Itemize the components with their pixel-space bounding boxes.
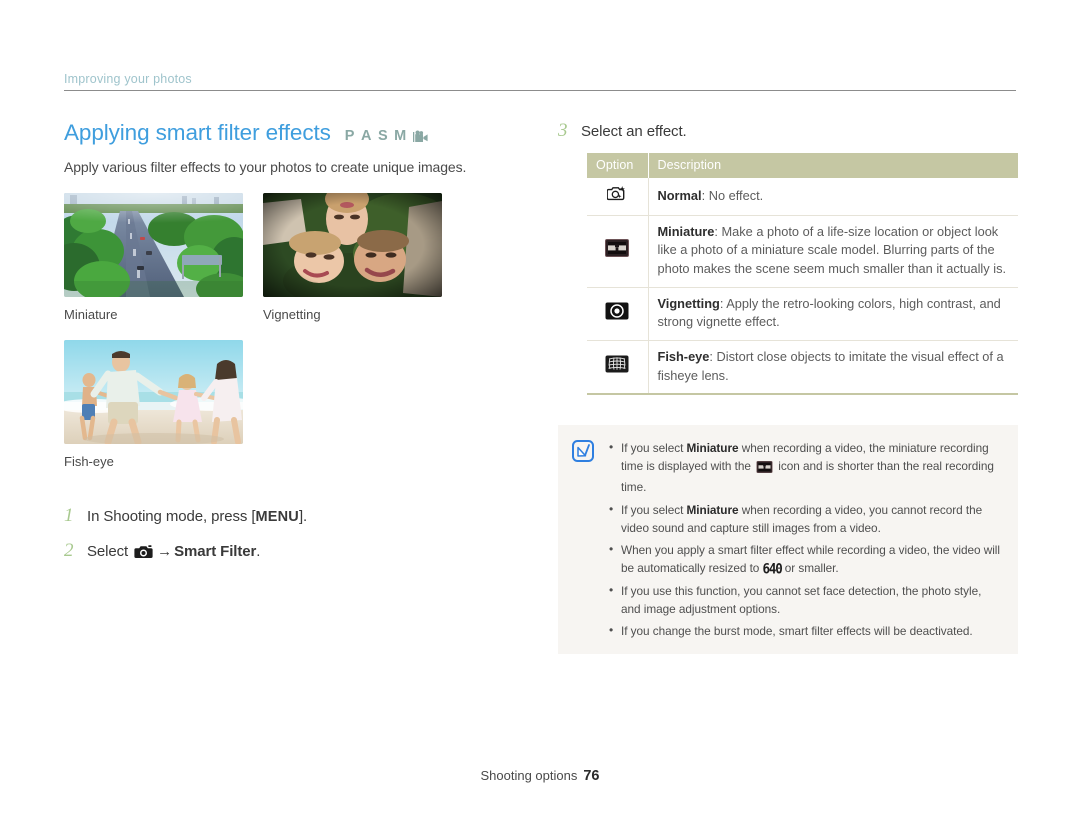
step-2-text-after: . bbox=[256, 543, 261, 560]
note-item: If you select Miniature when recording a… bbox=[608, 438, 1002, 496]
running-header: Improving your photos bbox=[64, 70, 1016, 91]
option-icon-cell bbox=[587, 340, 649, 396]
mode-s: S bbox=[377, 128, 389, 144]
option-icon-cell bbox=[587, 287, 649, 342]
note-list: If you select Miniature when recording a… bbox=[608, 438, 1002, 640]
fisheye-icon bbox=[605, 355, 629, 376]
photo-row-2: Fish-eye bbox=[64, 340, 534, 469]
option-description-cell: Vignetting: Apply the retro-looking colo… bbox=[648, 287, 1018, 342]
note-item: If you use this function, you cannot set… bbox=[608, 581, 1002, 618]
sample-fisheye: Fish-eye bbox=[64, 340, 243, 469]
option-name: Miniature bbox=[657, 223, 715, 239]
option-description-cell: Fish-eye: Distort close objects to imita… bbox=[648, 340, 1018, 396]
step-2: 2 Select → Smart Filter. bbox=[64, 540, 534, 563]
column-header-option: Option bbox=[587, 153, 649, 178]
option-description-cell: Miniature: Make a photo of a life-size l… bbox=[648, 215, 1018, 288]
step-1-text-before: In Shooting mode, press [ bbox=[87, 508, 256, 525]
camera-sparkle-icon bbox=[606, 186, 627, 205]
footer-section: Shooting options bbox=[480, 768, 578, 783]
table-row: Fish-eye: Distort close objects to imita… bbox=[587, 340, 1018, 396]
sample-vignetting: Vignetting bbox=[263, 193, 442, 322]
video-camera-icon bbox=[412, 130, 429, 143]
step-1-text-after: ]. bbox=[298, 508, 308, 525]
note-text: or smaller. bbox=[781, 560, 839, 575]
photo-row-1: Miniature Vignetting bbox=[64, 193, 534, 322]
step-number: 1 bbox=[64, 505, 74, 526]
note-item: When you apply a smart filter effect whi… bbox=[608, 540, 1002, 578]
table-row: Vignetting: Apply the retro-looking colo… bbox=[587, 287, 1018, 342]
effect-options-table: Option Description Normal: No effect. Mi… bbox=[587, 153, 1018, 396]
running-header-text: Improving your photos bbox=[64, 72, 192, 86]
manual-page: Improving your photos Applying smart fil… bbox=[0, 0, 1080, 815]
family-running-on-beach-photo bbox=[64, 340, 243, 444]
miniature-icon bbox=[605, 239, 630, 260]
sample-miniature: Miniature bbox=[64, 193, 243, 322]
note-bold: Miniature bbox=[686, 502, 739, 517]
note-item: If you change the burst mode, smart filt… bbox=[608, 621, 1002, 640]
note-item: If you select Miniature when recording a… bbox=[608, 500, 1002, 537]
page-title: Applying smart filter effects bbox=[64, 120, 331, 145]
note-pen-icon bbox=[572, 439, 594, 640]
note-box: If you select Miniature when recording a… bbox=[558, 425, 1018, 654]
sample-caption: Vignetting bbox=[263, 307, 321, 322]
aerial-highway-photo bbox=[64, 193, 243, 297]
step-1: 1 In Shooting mode, press [MENU]. bbox=[64, 505, 534, 527]
option-icon-cell bbox=[587, 178, 649, 216]
option-name: Vignetting bbox=[657, 295, 720, 311]
resolution-640-icon: 640 bbox=[762, 559, 783, 577]
step-number: 2 bbox=[64, 540, 74, 561]
mode-p: P bbox=[344, 128, 355, 144]
vignetting-icon bbox=[605, 302, 629, 323]
note-text: If you select bbox=[621, 441, 687, 456]
miniature-icon bbox=[756, 460, 773, 478]
step-text: In Shooting mode, press [MENU]. bbox=[87, 508, 307, 525]
menu-key-label: MENU bbox=[255, 509, 299, 525]
page-footer: Shooting options 76 bbox=[0, 768, 1080, 784]
table-row: Miniature: Make a photo of a life-size l… bbox=[587, 215, 1018, 288]
option-description: : No effect. bbox=[701, 187, 764, 203]
mode-m: M bbox=[394, 128, 407, 144]
table-header-row: Option Description bbox=[587, 153, 1018, 178]
supported-modes: P A S M bbox=[345, 128, 429, 144]
note-bold: Miniature bbox=[686, 441, 739, 456]
instruction-steps: 1 In Shooting mode, press [MENU]. 2 Sele… bbox=[64, 505, 534, 563]
footer-page-number: 76 bbox=[583, 768, 600, 784]
note-text: If you select bbox=[621, 502, 687, 517]
step-number: 3 bbox=[558, 120, 568, 141]
title-row: Applying smart filter effects P A S M bbox=[64, 120, 534, 146]
header-rule bbox=[64, 90, 1016, 91]
left-column: Applying smart filter effects P A S M Ap… bbox=[64, 120, 534, 576]
option-description: : Distort close objects to imitate the v… bbox=[657, 349, 1004, 383]
camera-icon bbox=[134, 544, 153, 563]
smart-filter-label: Smart Filter bbox=[174, 543, 257, 560]
step-2-text-before: Select bbox=[87, 543, 129, 560]
column-header-description: Description bbox=[648, 153, 1018, 178]
sample-caption: Miniature bbox=[64, 307, 118, 322]
arrow-icon: → bbox=[157, 543, 173, 560]
step-3: 3 Select an effect. bbox=[558, 120, 1018, 142]
step-text: Select an effect. bbox=[581, 123, 687, 140]
intro-text: Apply various filter effects to your pho… bbox=[64, 159, 467, 175]
table-row: Normal: No effect. bbox=[587, 178, 1018, 216]
step-text: Select → Smart Filter. bbox=[87, 543, 260, 563]
option-icon-cell bbox=[587, 215, 649, 288]
sample-caption: Fish-eye bbox=[64, 454, 114, 469]
option-description-cell: Normal: No effect. bbox=[648, 178, 1018, 216]
option-name: Fish-eye bbox=[657, 349, 710, 365]
sample-photos: Miniature Vignetting Fish-eye bbox=[64, 193, 534, 469]
three-faces-on-grass-photo bbox=[263, 193, 442, 297]
right-column: 3 Select an effect. Option Description N… bbox=[558, 120, 1018, 654]
option-name: Normal bbox=[657, 187, 702, 203]
mode-a: A bbox=[360, 128, 372, 144]
